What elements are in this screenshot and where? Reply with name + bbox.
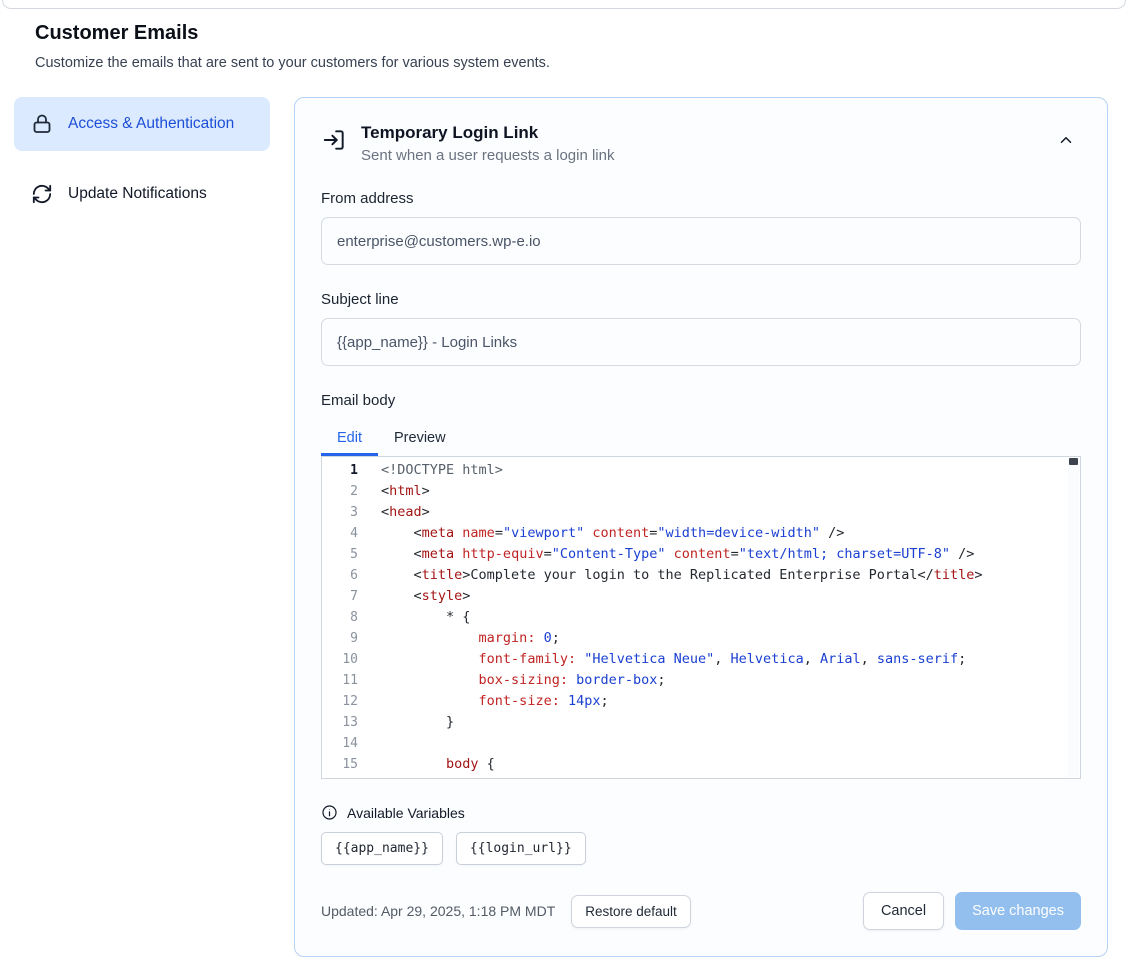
page-subtitle: Customize the emails that are sent to yo… (35, 55, 1128, 71)
page-title: Customer Emails (35, 22, 1128, 45)
lock-icon (30, 112, 54, 136)
login-icon (321, 127, 347, 153)
restore-default-button[interactable]: Restore default (571, 895, 691, 928)
info-icon (321, 804, 338, 821)
from-address-input[interactable] (321, 217, 1081, 265)
editor-tabs: Edit Preview (321, 421, 1081, 456)
collapse-button[interactable] (1051, 125, 1081, 158)
email-categories-sidebar: Access & Authentication Update Notificat… (14, 97, 270, 221)
variable-chip-app-name[interactable]: {{app_name}} (321, 832, 443, 865)
panel-header: Temporary Login Link Sent when a user re… (321, 123, 1081, 164)
from-address-label: From address (321, 190, 1081, 207)
subject-line-group: Subject line (321, 291, 1081, 366)
panel-header-text: Temporary Login Link Sent when a user re… (361, 123, 614, 164)
code-editor-lines: 1<!DOCTYPE html>2<html>3<head>4 <meta na… (322, 460, 1080, 779)
previous-card-bottom-edge (2, 0, 1126, 9)
variable-chip-login-url[interactable]: {{login_url}} (456, 832, 586, 865)
temporary-login-link-panel: Temporary Login Link Sent when a user re… (294, 97, 1108, 957)
email-body-label: Email body (321, 392, 1081, 409)
from-address-group: From address (321, 190, 1081, 265)
save-changes-button[interactable]: Save changes (955, 892, 1081, 930)
content-area: Access & Authentication Update Notificat… (0, 97, 1128, 957)
chevron-up-icon (1057, 137, 1075, 152)
sidebar-item-access-authentication[interactable]: Access & Authentication (14, 97, 270, 151)
panel-footer: Updated: Apr 29, 2025, 1:18 PM MDT Resto… (321, 892, 1081, 930)
available-variables-label: Available Variables (347, 805, 465, 821)
tab-edit[interactable]: Edit (321, 421, 378, 456)
code-editor[interactable]: 1<!DOCTYPE html>2<html>3<head>4 <meta na… (321, 456, 1081, 779)
panel-subtitle: Sent when a user requests a login link (361, 147, 614, 164)
refresh-icon (30, 182, 54, 206)
subject-line-input[interactable] (321, 318, 1081, 366)
tab-preview[interactable]: Preview (378, 421, 462, 456)
sidebar-item-label: Update Notifications (68, 185, 207, 203)
email-body-group: Email body Edit Preview 1<!DOCTYPE html>… (321, 392, 1081, 779)
updated-timestamp: Updated: Apr 29, 2025, 1:18 PM MDT (321, 903, 555, 919)
sidebar-item-label: Access & Authentication (68, 115, 234, 133)
cancel-button[interactable]: Cancel (863, 892, 944, 930)
editor-scrollbar-thumb[interactable] (1069, 458, 1078, 465)
panel-title: Temporary Login Link (361, 123, 614, 143)
sidebar-item-update-notifications[interactable]: Update Notifications (14, 167, 270, 221)
editor-scrollbar[interactable] (1068, 458, 1079, 777)
variable-chips: {{app_name}} {{login_url}} (321, 832, 1081, 865)
subject-line-label: Subject line (321, 291, 1081, 308)
available-variables-row: Available Variables (321, 804, 1081, 821)
